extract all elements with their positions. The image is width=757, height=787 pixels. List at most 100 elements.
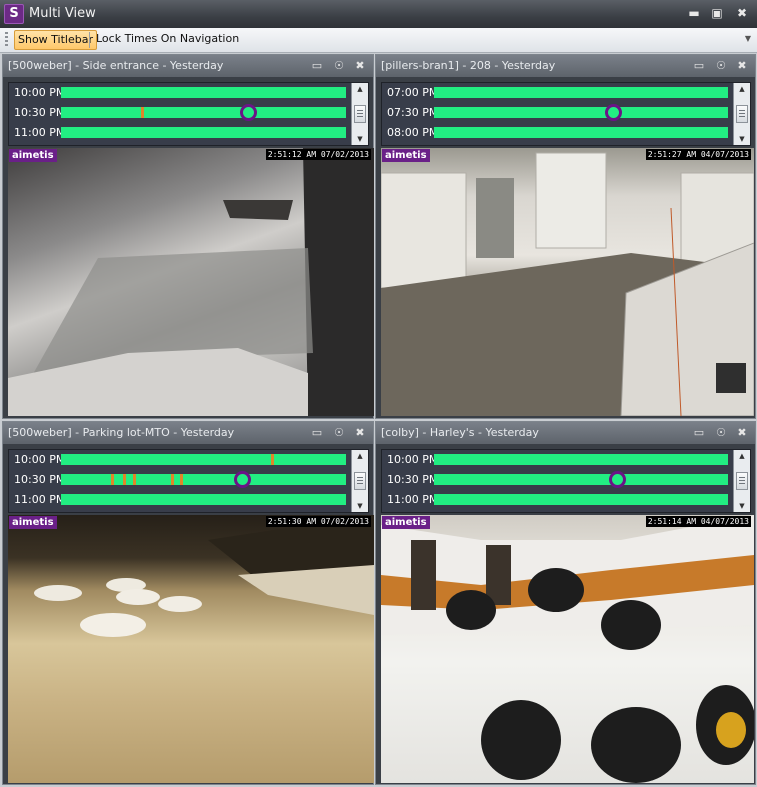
timeline[interactable]: 10:00 PM 10:30 PM 11:00 PM ▲ ▼ xyxy=(8,82,369,146)
aimetis-logo: aimetis xyxy=(382,149,430,162)
scroll-thumb[interactable] xyxy=(736,472,748,490)
event-marker[interactable] xyxy=(133,474,136,485)
timeline-bar[interactable] xyxy=(61,471,346,488)
timeline-row[interactable]: 08:00 PM xyxy=(382,123,750,143)
timeline-row[interactable]: 10:30 PM xyxy=(382,470,750,490)
aimetis-logo: aimetis xyxy=(9,149,57,162)
lock-times-button[interactable]: Lock Times On Navigation xyxy=(93,30,242,48)
snow-scene-graphic xyxy=(8,148,374,416)
pane-close-icon[interactable]: ✖ xyxy=(734,425,750,441)
scroll-up-icon[interactable]: ▲ xyxy=(352,450,368,462)
pane-pin-icon[interactable]: ☉ xyxy=(713,425,729,441)
minimize-icon[interactable]: ▬ xyxy=(686,5,702,21)
camera-pane-4[interactable]: [colby] - Harley's - Yesterday ▭ ☉ ✖ 10:… xyxy=(375,421,756,785)
playback-position-ring[interactable] xyxy=(234,471,251,488)
pane-title: [pillers-bran1] - 208 - Yesterday xyxy=(381,59,556,72)
scroll-down-icon[interactable]: ▼ xyxy=(734,500,750,512)
event-marker[interactable] xyxy=(111,474,114,485)
event-marker[interactable] xyxy=(123,474,126,485)
scroll-down-icon[interactable]: ▼ xyxy=(352,500,368,512)
timeline-time-label: 10:00 PM xyxy=(14,453,66,466)
timeline[interactable]: 10:00 PM 10:30 PM 11:00 PM ▲ ▼ xyxy=(8,449,369,513)
toolbar-grip-icon[interactable] xyxy=(5,32,8,48)
pane-minimize-icon[interactable]: ▭ xyxy=(691,425,707,441)
close-icon[interactable]: ✖ xyxy=(734,5,750,21)
camera-pane-1[interactable]: [500weber] - Side entrance - Yesterday ▭… xyxy=(2,54,374,419)
pane-pin-icon[interactable]: ☉ xyxy=(331,425,347,441)
timeline-bar[interactable] xyxy=(434,471,728,488)
timeline-scrollbar[interactable]: ▲ ▼ xyxy=(351,83,368,145)
camera-pane-3[interactable]: [500weber] - Parking lot-MTO - Yesterday… xyxy=(2,421,374,785)
pane-close-icon[interactable]: ✖ xyxy=(352,58,368,74)
pane-minimize-icon[interactable]: ▭ xyxy=(309,58,325,74)
timeline-row[interactable]: 10:00 PM xyxy=(382,450,750,470)
event-marker[interactable] xyxy=(271,454,274,465)
scroll-down-icon[interactable]: ▼ xyxy=(352,133,368,145)
timeline-row[interactable]: 10:30 PM xyxy=(9,103,368,123)
timeline-time-label: 07:00 PM xyxy=(387,86,439,99)
pane-pin-icon[interactable]: ☉ xyxy=(713,58,729,74)
timeline-time-label: 10:30 PM xyxy=(14,473,66,486)
app-logo-icon: S xyxy=(4,4,24,24)
pane-title: [500weber] - Parking lot-MTO - Yesterday xyxy=(8,426,235,439)
timeline-bar[interactable] xyxy=(434,454,728,465)
timeline-row[interactable]: 11:00 PM xyxy=(9,490,368,510)
show-titlebar-button[interactable]: Show Titlebar xyxy=(14,30,97,50)
scroll-thumb[interactable] xyxy=(354,105,366,123)
playback-position-ring[interactable] xyxy=(609,471,626,488)
playback-position-ring[interactable] xyxy=(605,104,622,121)
scroll-thumb[interactable] xyxy=(354,472,366,490)
timeline-bar[interactable] xyxy=(61,104,346,121)
timeline-time-label: 08:00 PM xyxy=(387,126,439,139)
parking-lot-graphic xyxy=(34,515,374,637)
video-feed[interactable]: aimetis 2:51:14 AM 04/07/2013 xyxy=(381,515,754,783)
pane-close-icon[interactable]: ✖ xyxy=(734,58,750,74)
video-feed[interactable]: aimetis 2:51:30 AM 07/02/2013 xyxy=(8,515,374,783)
timeline-row[interactable]: 10:00 PM xyxy=(9,450,368,470)
scroll-down-icon[interactable]: ▼ xyxy=(734,133,750,145)
timeline-row[interactable]: 07:00 PM xyxy=(382,83,750,103)
timeline-time-label: 10:00 PM xyxy=(387,453,439,466)
timeline-bar[interactable] xyxy=(434,87,728,98)
timeline-bar[interactable] xyxy=(434,494,728,505)
scroll-up-icon[interactable]: ▲ xyxy=(352,83,368,95)
timeline-time-label: 11:00 PM xyxy=(14,126,66,139)
pane-minimize-icon[interactable]: ▭ xyxy=(309,425,325,441)
timeline-bar[interactable] xyxy=(61,454,346,465)
timeline-bar[interactable] xyxy=(61,87,346,98)
pane-pin-icon[interactable]: ☉ xyxy=(331,58,347,74)
scroll-up-icon[interactable]: ▲ xyxy=(734,83,750,95)
video-feed[interactable]: aimetis 2:51:12 AM 07/02/2013 xyxy=(8,148,374,416)
event-marker[interactable] xyxy=(171,474,174,485)
timeline-time-label: 10:00 PM xyxy=(14,86,66,99)
timeline-row[interactable]: 11:00 PM xyxy=(9,123,368,143)
timeline-scrollbar[interactable]: ▲ ▼ xyxy=(733,83,750,145)
timeline-row[interactable]: 11:00 PM xyxy=(382,490,750,510)
timeline-bar[interactable] xyxy=(61,127,346,138)
pane-close-icon[interactable]: ✖ xyxy=(352,425,368,441)
timeline-time-label: 07:30 PM xyxy=(387,106,439,119)
timeline-bar[interactable] xyxy=(61,494,346,505)
timeline-bar[interactable] xyxy=(434,104,728,121)
toolbar-overflow-icon[interactable]: ▼ xyxy=(745,34,751,43)
window-title: Multi View xyxy=(29,6,96,21)
timeline-row[interactable]: 10:00 PM xyxy=(9,83,368,103)
playback-position-ring[interactable] xyxy=(240,104,257,121)
timeline-row[interactable]: 10:30 PM xyxy=(9,470,368,490)
event-marker[interactable] xyxy=(141,107,144,118)
maximize-icon[interactable]: ▣ xyxy=(709,5,725,21)
video-feed[interactable]: aimetis 2:51:27 AM 04/07/2013 xyxy=(381,148,754,416)
timeline[interactable]: 10:00 PM 10:30 PM 11:00 PM ▲ ▼ xyxy=(381,449,751,513)
timeline-scrollbar[interactable]: ▲ ▼ xyxy=(351,450,368,512)
video-timestamp: 2:51:27 AM 04/07/2013 xyxy=(645,149,751,160)
scroll-up-icon[interactable]: ▲ xyxy=(734,450,750,462)
pane-minimize-icon[interactable]: ▭ xyxy=(691,58,707,74)
scroll-thumb[interactable] xyxy=(736,105,748,123)
timeline[interactable]: 07:00 PM 07:30 PM 08:00 PM ▲ ▼ xyxy=(381,82,751,146)
camera-pane-2[interactable]: [pillers-bran1] - 208 - Yesterday ▭ ☉ ✖ … xyxy=(375,54,756,419)
event-marker[interactable] xyxy=(180,474,183,485)
timeline-scrollbar[interactable]: ▲ ▼ xyxy=(733,450,750,512)
timeline-bar[interactable] xyxy=(434,127,728,138)
pane-header: [pillers-bran1] - 208 - Yesterday ▭ ☉ ✖ xyxy=(376,55,755,77)
timeline-row[interactable]: 07:30 PM xyxy=(382,103,750,123)
